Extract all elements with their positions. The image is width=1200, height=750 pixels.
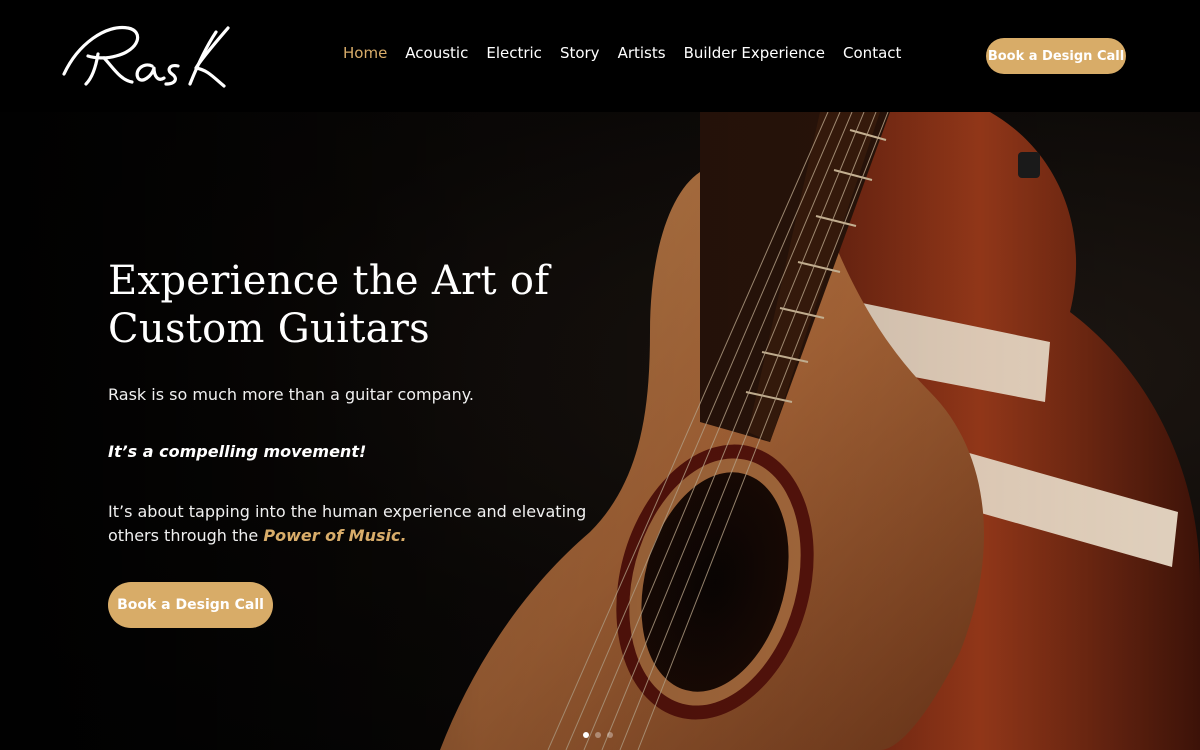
site-header: Home Acoustic Electric Story Artists Bui… [0,0,1200,112]
book-design-call-hero-button[interactable]: Book a Design Call [108,582,273,628]
slide-dot-3[interactable] [607,732,613,738]
nav-item-artists[interactable]: Artists [618,44,666,62]
hero-intro: Rask is so much more than a guitar compa… [108,385,474,404]
slide-dot-1[interactable] [583,732,589,738]
guitar-image [0,112,1200,750]
nav-item-acoustic[interactable]: Acoustic [405,44,468,62]
nav-item-electric[interactable]: Electric [486,44,542,62]
hero-content: Experience the Art of Custom Guitars Ras… [108,257,628,545]
nav-item-story[interactable]: Story [560,44,600,62]
main-nav: Home Acoustic Electric Story Artists Bui… [343,44,901,62]
rask-logo[interactable] [58,18,233,94]
nav-item-home[interactable]: Home [343,44,387,62]
hero-section: Experience the Art of Custom Guitars Ras… [0,112,1200,750]
hero-title: Experience the Art of Custom Guitars [108,258,550,352]
hero-body-highlight: Power of Music. [263,526,407,545]
nav-item-contact[interactable]: Contact [843,44,901,62]
logo-script-icon [62,25,230,88]
hero-body: It’s about tapping into the human experi… [108,500,588,548]
hero-tagline: It’s a compelling movement! [108,442,367,461]
slider-dots [583,732,613,738]
nav-item-builder-experience[interactable]: Builder Experience [684,44,825,62]
slide-dot-2[interactable] [595,732,601,738]
book-design-call-header-button[interactable]: Book a Design Call [986,38,1126,74]
